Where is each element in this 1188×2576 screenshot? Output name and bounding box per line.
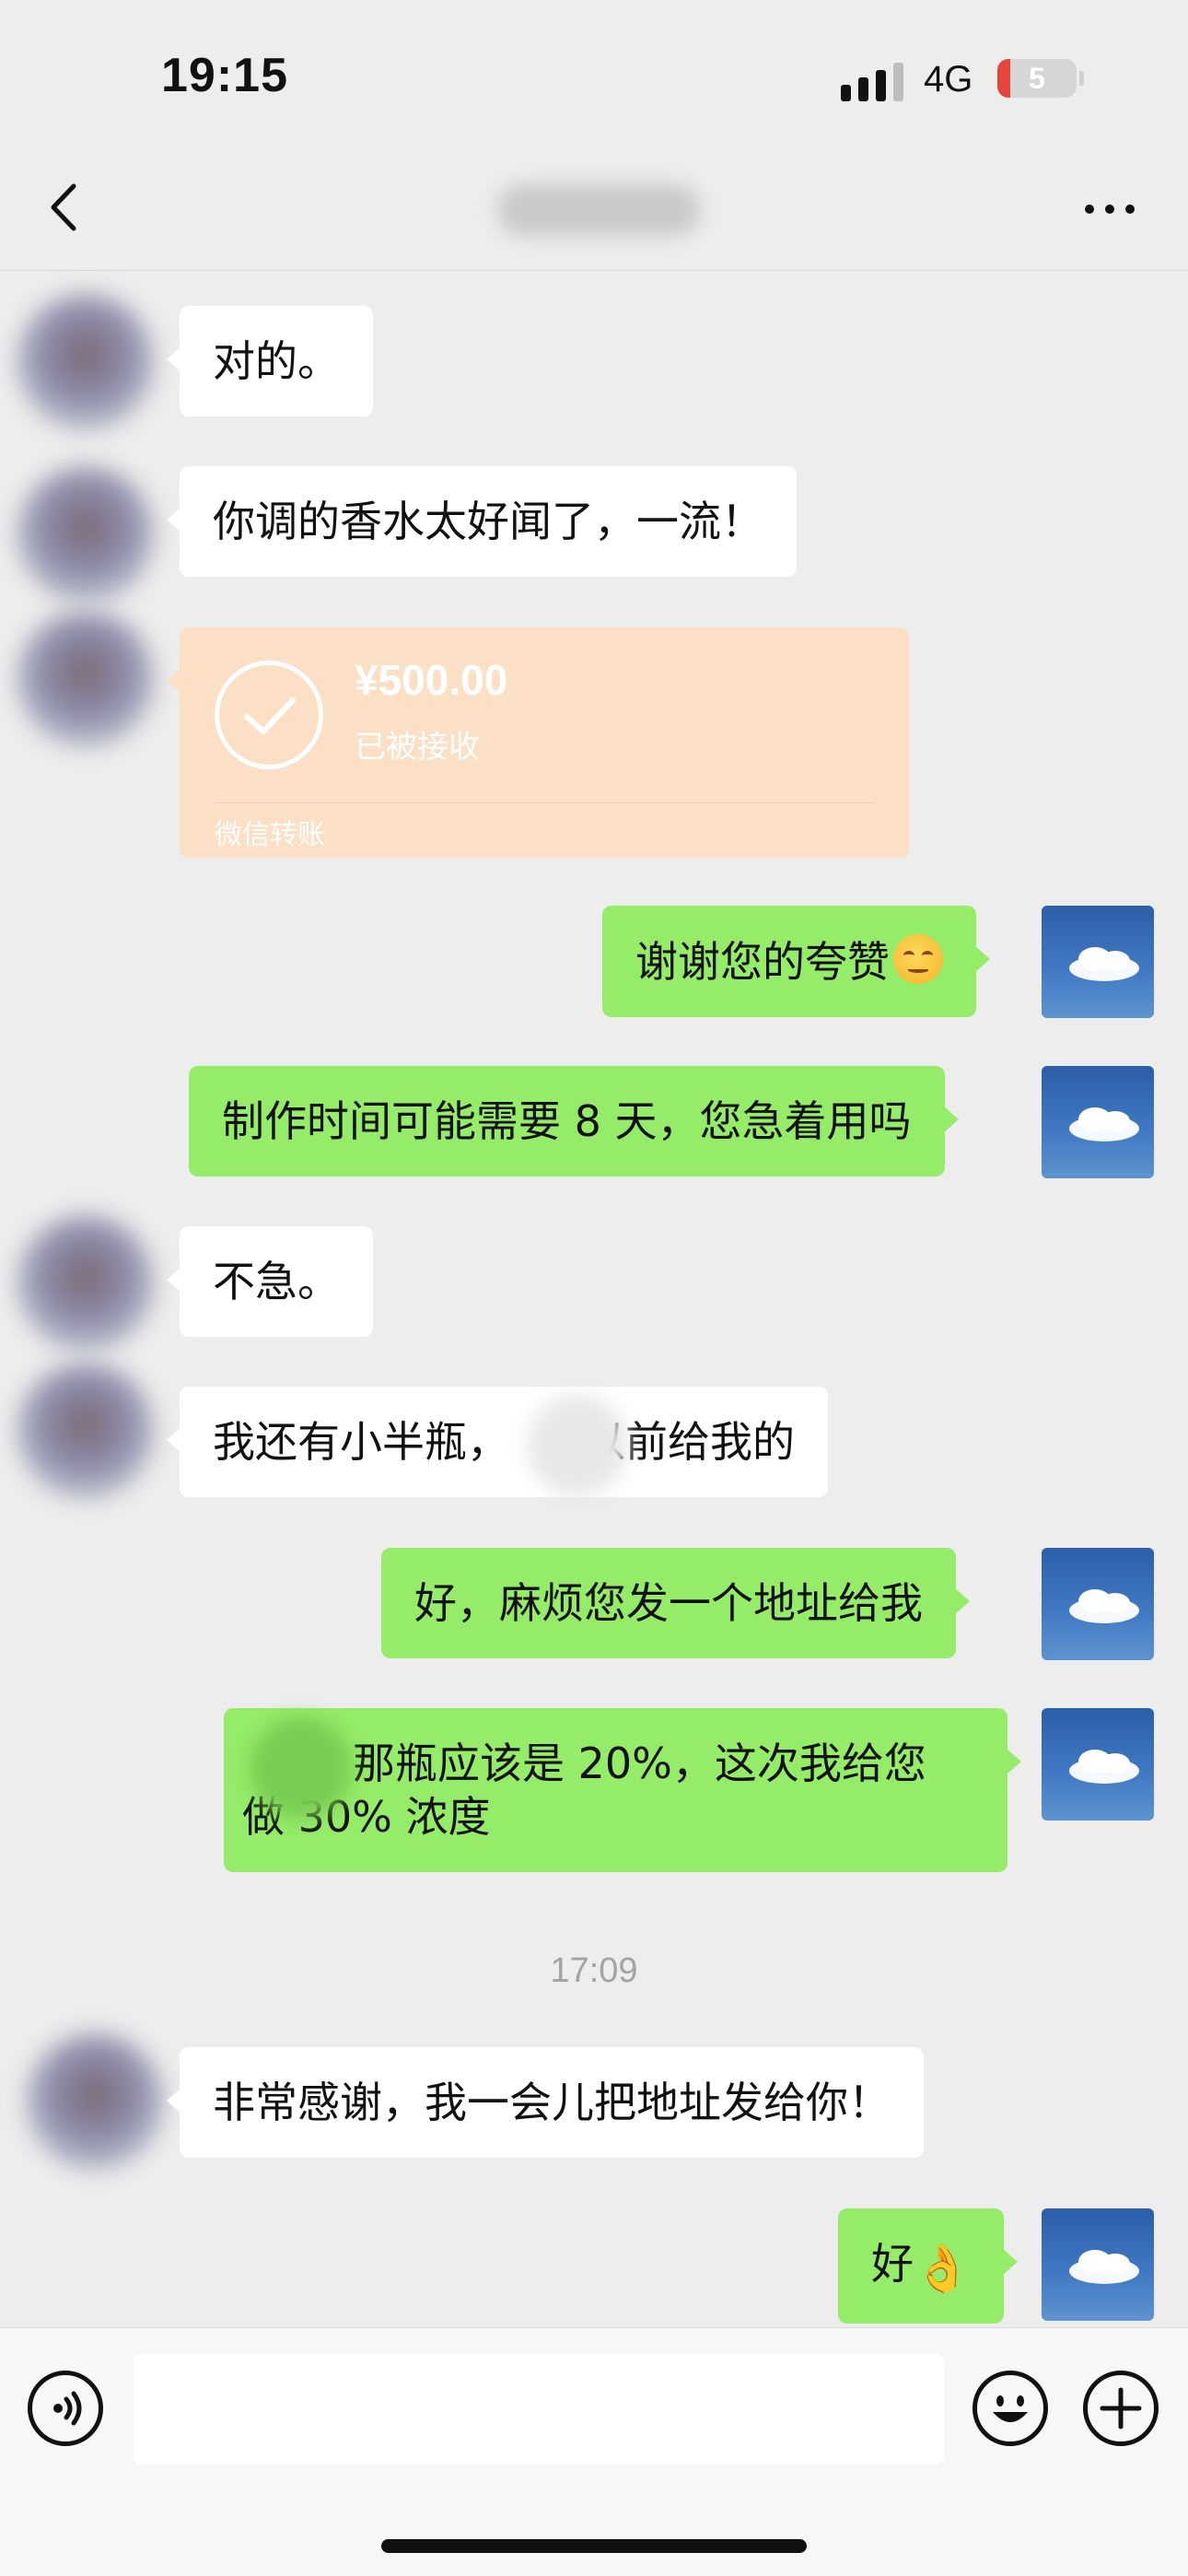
- chat-title: [497, 184, 700, 236]
- avatar[interactable]: [17, 610, 155, 748]
- home-indicator[interactable]: [381, 2539, 807, 2553]
- avatar[interactable]: [1042, 1708, 1154, 1821]
- transfer-divider: [215, 802, 874, 803]
- avatar[interactable]: [1042, 2208, 1154, 2321]
- message-text: 做 30% 浓度: [242, 1792, 491, 1842]
- voice-icon: [53, 2391, 82, 2426]
- avatar[interactable]: [26, 2032, 164, 2171]
- message-text: 好，麻烦您发一个地址给我: [414, 1578, 923, 1628]
- transfer-label: 微信转账: [215, 819, 325, 851]
- voice-button[interactable]: [28, 2371, 103, 2446]
- message-text: 我还有小半瓶，: [213, 1417, 509, 1467]
- avatar[interactable]: [17, 1214, 155, 1352]
- emoji-icon: [993, 2395, 1028, 2422]
- message-text: 非常感谢，我一会儿把地址发给你！: [213, 2078, 891, 2127]
- cloud-icon: [1069, 2250, 1139, 2284]
- message-bubble-in[interactable]: 你调的香水太好闻了，一流！: [167, 466, 797, 577]
- message-bubble-in[interactable]: 我还有小半瓶， 以前给我的: [167, 1387, 828, 1497]
- battery-level: 5: [1029, 62, 1045, 95]
- avatar[interactable]: [17, 293, 155, 431]
- message-bubble-in[interactable]: 不急。: [167, 1226, 373, 1337]
- cloud-icon: [1069, 1750, 1139, 1784]
- transfer-card[interactable]: ¥500.00 已被接收 微信转账: [167, 627, 909, 858]
- shy-smile-emoji-icon: [893, 934, 943, 984]
- blurred-region: [250, 1717, 352, 1819]
- message-text: 你调的香水太好闻了，一流！: [213, 497, 763, 546]
- back-button[interactable]: [37, 175, 101, 240]
- status-bar: 19:15 4G 5: [0, 0, 1188, 147]
- message-input[interactable]: [134, 2354, 944, 2465]
- message-text: 对的。: [213, 336, 340, 386]
- message-bubble-out[interactable]: 好👌: [838, 2208, 1019, 2324]
- message-text: 制作时间可能需要 8 天，您急着用吗: [222, 1096, 912, 1146]
- cloud-icon: [1069, 1107, 1139, 1142]
- transfer-status: 已被接收: [355, 729, 480, 766]
- time-divider: 17:09: [550, 1951, 638, 1990]
- message-text: 不急。: [213, 1257, 340, 1306]
- cloud-icon: [1069, 1589, 1139, 1623]
- blurred-region: [527, 1395, 628, 1496]
- plus-icon: [1100, 2387, 1142, 2430]
- message-bubble-out[interactable]: 谢谢您的夸赞: [602, 906, 990, 1017]
- avatar[interactable]: [17, 465, 155, 603]
- status-time: 19:15: [161, 49, 288, 102]
- emoji-button[interactable]: [973, 2371, 1048, 2446]
- avatar[interactable]: [17, 1362, 155, 1500]
- check-icon: [215, 661, 323, 769]
- avatar[interactable]: [1042, 1066, 1154, 1178]
- nav-bar: [0, 147, 1188, 271]
- ok-hand-emoji-icon: 👌: [914, 2242, 972, 2295]
- battery-cap: [1079, 71, 1084, 86]
- cloud-icon: [1069, 947, 1139, 981]
- message-bubble-in[interactable]: 非常感谢，我一会儿把地址发给你！: [167, 2047, 924, 2158]
- signal-icon: [841, 61, 905, 101]
- chevron-left-icon: [51, 183, 76, 231]
- message-text: 那瓶应该是 20%，这次我给您: [353, 1739, 926, 1788]
- message-text: 好: [871, 2239, 914, 2289]
- network-label: 4G: [924, 59, 973, 100]
- transfer-amount: ¥500.00: [355, 656, 508, 704]
- avatar[interactable]: [1042, 1548, 1154, 1660]
- message-bubble-in[interactable]: 对的。: [167, 306, 373, 416]
- more-button[interactable]: [1077, 181, 1142, 236]
- battery-icon: 5: [997, 59, 1077, 98]
- message-bubble-out[interactable]: 好，麻烦您发一个地址给我: [381, 1548, 970, 1658]
- avatar[interactable]: [1042, 906, 1154, 1018]
- plus-button[interactable]: [1083, 2371, 1159, 2446]
- message-bubble-out[interactable]: 制作时间可能需要 8 天，您急着用吗: [189, 1066, 959, 1177]
- message-text: 谢谢您的夸赞: [635, 937, 890, 987]
